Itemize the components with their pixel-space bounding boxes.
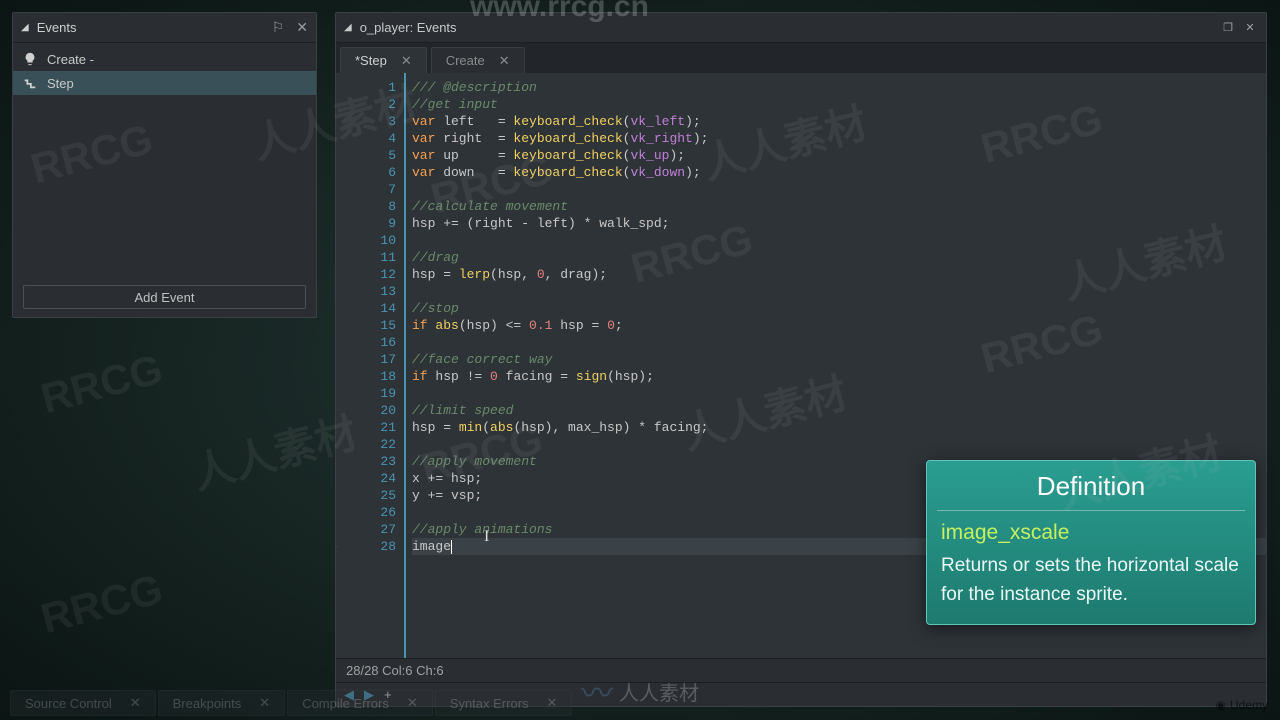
close-icon[interactable]: ✕	[499, 53, 510, 69]
bottom-logo: 〰 人人素材	[581, 668, 699, 714]
cursor-position: 28/28 Col:6 Ch:6	[346, 663, 444, 678]
tab-breakpoints[interactable]: Breakpoints✕	[158, 690, 286, 716]
code-panel-header: ◢ o_player: Events ❐ ✕	[336, 13, 1266, 43]
add-event-label: Add Event	[135, 290, 195, 305]
watermark-text: RRCG	[36, 345, 168, 423]
tab-compile-errors[interactable]: Compile Errors✕	[287, 690, 433, 716]
events-panel: ◢ Events ⚐ ✕ Create - Step Add Event	[12, 12, 317, 318]
flag-icon[interactable]: ⚐	[272, 19, 285, 36]
code-panel-title: o_player: Events	[360, 20, 1220, 35]
lightbulb-icon	[23, 52, 37, 66]
tooltip-term: image_xscale	[927, 511, 1255, 547]
event-item-label: Create -	[47, 52, 94, 67]
restore-icon[interactable]: ❐	[1220, 21, 1236, 35]
line-gutter: 1234567891011121314151617181920212223242…	[336, 73, 406, 658]
status-bar: 28/28 Col:6 Ch:6	[336, 658, 1266, 682]
add-event-button[interactable]: Add Event	[23, 285, 306, 309]
event-item-step[interactable]: Step	[13, 71, 316, 95]
event-list: Create - Step	[13, 43, 316, 99]
udemy-icon: ◉	[1216, 698, 1226, 712]
definition-tooltip: Definition image_xscale Returns or sets …	[926, 460, 1256, 625]
close-icon[interactable]: ✕	[1242, 21, 1258, 35]
expand-icon[interactable]: ◢	[344, 22, 352, 33]
event-item-create[interactable]: Create -	[13, 47, 316, 71]
tab-source-control[interactable]: Source Control✕	[10, 690, 156, 716]
events-panel-title: Events	[37, 20, 77, 35]
tabs-row: *Step ✕ Create ✕	[336, 43, 1266, 73]
tab-syntax-errors[interactable]: Syntax Errors✕	[435, 690, 573, 716]
step-icon	[23, 76, 37, 90]
close-icon: ✕	[547, 695, 558, 711]
close-icon[interactable]: ✕	[401, 53, 412, 69]
events-panel-header: ◢ Events ⚐ ✕	[13, 13, 316, 43]
tooltip-description: Returns or sets the horizontal scale for…	[927, 547, 1255, 624]
expand-icon[interactable]: ◢	[21, 22, 29, 33]
tooltip-title: Definition	[927, 461, 1255, 510]
udemy-badge: ◉ Udemy	[1216, 698, 1269, 712]
event-item-label: Step	[47, 76, 74, 91]
tab-label: *Step	[355, 53, 387, 68]
close-icon[interactable]: ✕	[296, 19, 308, 36]
watermark-text: RRCG	[36, 565, 168, 643]
close-icon: ✕	[259, 695, 270, 711]
close-icon: ✕	[407, 695, 418, 711]
close-icon: ✕	[130, 695, 141, 711]
text-cursor-icon: I	[484, 528, 489, 545]
tab-label: Create	[446, 53, 485, 68]
tab-step[interactable]: *Step ✕	[340, 47, 427, 73]
tab-create[interactable]: Create ✕	[431, 47, 525, 73]
